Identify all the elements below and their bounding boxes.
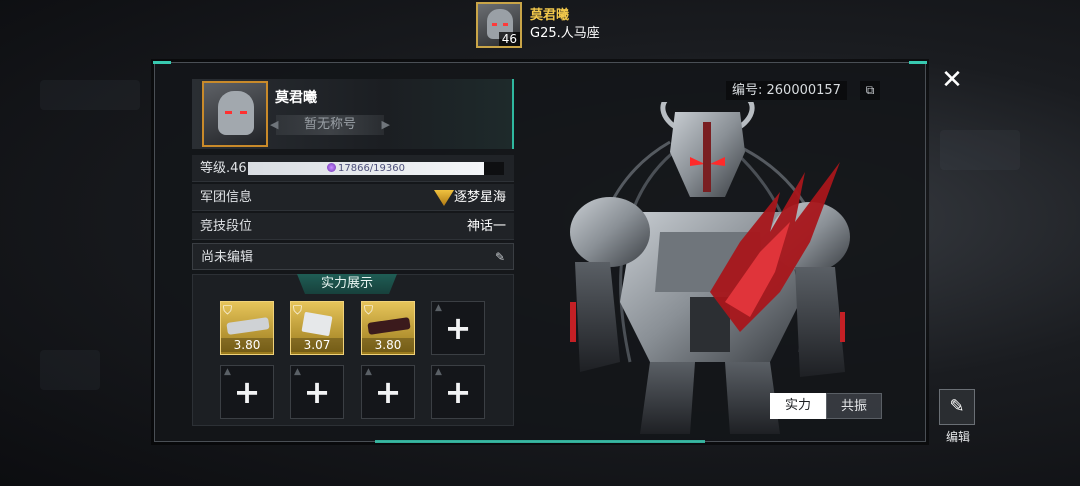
level-row: 等级.46 17866/19360 [192,155,514,182]
shield-icon: ⛉ [293,303,303,317]
weapon-image [301,311,333,337]
weapon-image [367,317,411,335]
xp-text: 17866/19360 [338,163,405,174]
plus-icon: + [444,373,472,411]
showcase-slot-empty[interactable]: ▲ + [220,365,274,419]
edit-label: 编辑 [945,430,970,444]
xp-bar: 17866/19360 [248,162,504,175]
plus-icon: + [374,373,402,411]
background-ui-blur [40,80,140,110]
bio-text: 尚未编辑 [201,250,254,265]
avatar-level-badge: 46 [498,32,520,46]
showcase-panel: 实力展示 ⛉ 3.80 ⛉ 3.07 ⛉ 3.80 ▲ + ▲ + ▲ + ▲ … [192,274,514,426]
plus-icon: + [233,373,261,411]
top-player-name: 莫君曦 [530,8,570,23]
showcase-slot-empty[interactable]: ▲ + [290,365,344,419]
weapon-image [226,317,270,335]
tab-resonance[interactable]: 共振 [826,393,882,419]
legion-value: 逐梦星海 [453,190,506,205]
player-id: 编号: 260000157 [726,81,847,100]
top-player-tag: 46 莫君曦 G25.人马座 [476,2,600,48]
pencil-icon: ✎ [949,396,965,417]
showcase-slot-empty[interactable]: ▲ + [431,301,485,355]
tab-strength[interactable]: 实力 [770,393,826,419]
slot-score: 3.07 [291,338,343,352]
bio-row[interactable]: 尚未编辑 ✎ [192,243,514,270]
shield-icon: ⛉ [223,303,233,317]
copy-icon[interactable]: ⧉ [860,81,880,100]
showcase-slot-empty[interactable]: ▲ + [431,365,485,419]
legion-row[interactable]: 军团信息 逐梦星海 [192,184,514,211]
close-icon: ✕ [941,65,963,95]
pencil-icon[interactable]: ✎ [495,244,505,271]
legion-emblem-icon [434,190,454,206]
plus-icon: + [444,309,472,347]
profile-card: 莫君曦 暂无称号 [192,79,514,149]
title-badge[interactable]: 暂无称号 [270,115,390,135]
plus-icon: + [303,373,331,411]
xp-orb-icon [327,163,336,172]
level-label: 等级.46 [200,161,247,176]
arena-value: 神话一 [466,219,506,234]
top-player-rank: G25.人马座 [530,26,600,41]
background-ui-blur [940,130,1020,170]
top-avatar: 46 [476,2,522,48]
legion-label: 军团信息 [200,190,253,205]
slot-score: 3.80 [362,338,414,352]
player-name: 莫君曦 [275,90,317,106]
edit-button[interactable]: ✎ [939,389,975,425]
showcase-slot[interactable]: ⛉ 3.07 [290,301,344,355]
slot-score: 3.80 [221,338,273,352]
background-ui-blur [40,350,100,390]
showcase-title: 实力展示 [297,274,397,294]
arena-row: 竞技段位 神话一 [192,213,514,240]
showcase-slot-empty[interactable]: ▲ + [361,365,415,419]
shield-icon: ⛉ [364,303,374,317]
showcase-slot[interactable]: ⛉ 3.80 [220,301,274,355]
arena-label: 竞技段位 [200,219,253,234]
mecha-character-image [540,102,880,434]
close-button[interactable]: ✕ [936,64,968,96]
avatar[interactable] [202,81,268,147]
showcase-slot[interactable]: ⛉ 3.80 [361,301,415,355]
